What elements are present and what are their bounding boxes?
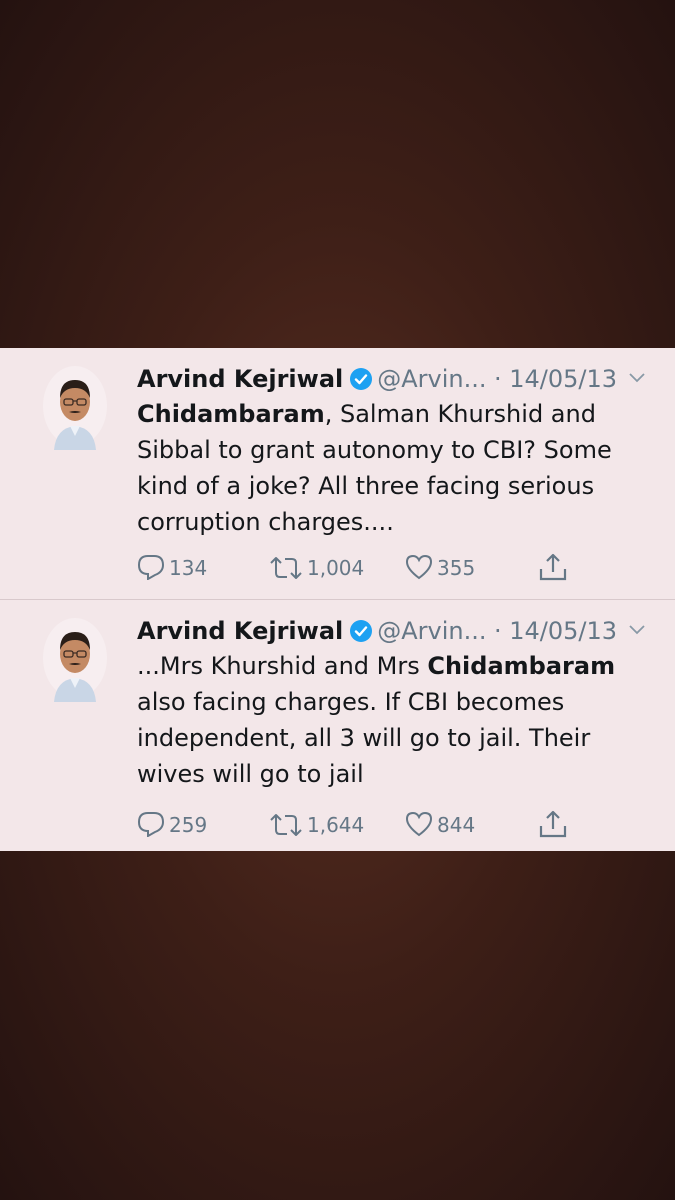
tweet-body-start: ...Mrs Khurshid and Mrs: [137, 652, 428, 680]
chevron-down-icon[interactable]: [629, 625, 645, 635]
retweet-icon: [270, 814, 302, 836]
retweet-count: 1,644: [307, 813, 365, 837]
heart-icon: [405, 811, 433, 837]
reply-count: 134: [169, 556, 208, 580]
like-count: 844: [437, 813, 476, 837]
share-button[interactable]: [538, 809, 568, 841]
tweet-actions: 134 1,004 355: [137, 552, 657, 584]
reply-icon: [137, 555, 165, 580]
tweet-text: Chidambaram, Salman Khurshid and Sibbal …: [137, 396, 647, 540]
tweet-text: ...Mrs Khurshid and Mrs Chidambaram also…: [137, 648, 647, 792]
like-count: 355: [437, 556, 476, 580]
retweet-count: 1,004: [307, 556, 365, 580]
reply-button[interactable]: 134: [137, 552, 207, 584]
verified-badge-icon: [350, 620, 373, 642]
share-icon: [539, 553, 567, 581]
heart-icon: [405, 554, 433, 580]
retweet-button[interactable]: 1,644: [269, 809, 364, 841]
like-button[interactable]: 844: [405, 809, 475, 841]
author-handle[interactable]: @Arvin...: [377, 365, 486, 393]
retweet-icon: [270, 557, 302, 579]
tweet-2[interactable]: Arvind Kejriwal @Arvin... · 14/05/13 ...M…: [0, 600, 675, 851]
tweet-actions: 259 1,644 844: [137, 809, 657, 841]
author-name[interactable]: Arvind Kejriwal: [137, 365, 343, 393]
share-icon: [539, 810, 567, 838]
reply-button[interactable]: 259: [137, 809, 207, 841]
tweet-header: Arvind Kejriwal @Arvin... · 14/05/13: [137, 362, 657, 396]
tweet-date[interactable]: · 14/05/13: [494, 362, 617, 396]
author-handle[interactable]: @Arvin...: [377, 617, 486, 645]
share-button[interactable]: [538, 552, 568, 584]
like-button[interactable]: 355: [405, 552, 475, 584]
retweet-button[interactable]: 1,004: [269, 552, 364, 584]
tweet-1[interactable]: Arvind Kejriwal @Arvin... · 14/05/13 Chid…: [0, 348, 675, 600]
chevron-down-icon[interactable]: [629, 373, 645, 383]
reply-icon: [137, 812, 165, 837]
reply-count: 259: [169, 813, 208, 837]
tweet-body-end: also facing charges. If CBI becomes inde…: [137, 688, 591, 788]
tweet-date[interactable]: · 14/05/13: [494, 614, 617, 648]
tweet-thread-card: Arvind Kejriwal @Arvin... · 14/05/13 Chid…: [0, 348, 675, 851]
tweet-header: Arvind Kejriwal @Arvin... · 14/05/13: [137, 614, 657, 648]
mention-bold: Chidambaram: [137, 400, 325, 428]
avatar[interactable]: [40, 366, 110, 450]
mention-bold: Chidambaram: [427, 652, 616, 680]
author-name[interactable]: Arvind Kejriwal: [137, 617, 343, 645]
verified-badge-icon: [350, 368, 373, 390]
avatar[interactable]: [40, 618, 110, 702]
